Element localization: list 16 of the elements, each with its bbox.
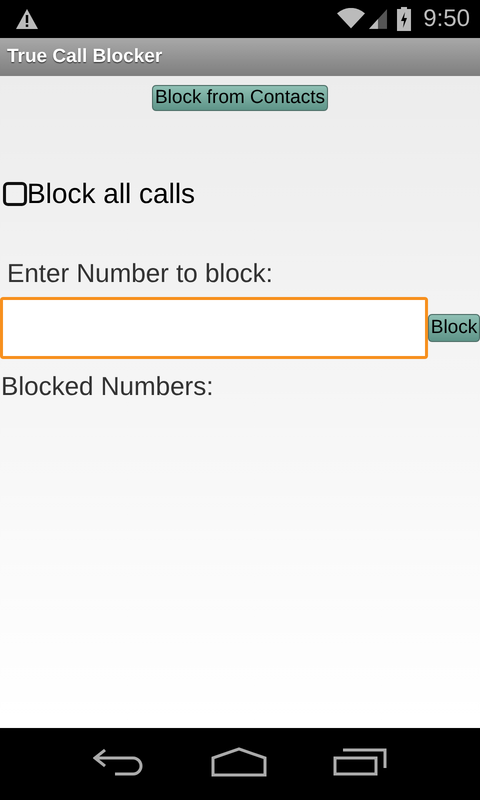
- wifi-icon: [337, 8, 366, 30]
- number-label: Enter Number to block:: [7, 258, 274, 289]
- number-input-field[interactable]: [0, 297, 428, 359]
- recent-apps-icon[interactable]: [333, 748, 387, 776]
- back-icon[interactable]: [93, 748, 145, 776]
- block-button[interactable]: Block: [428, 314, 480, 342]
- checkbox-label: Block all calls: [27, 178, 196, 210]
- signal-icon: [369, 8, 388, 30]
- block-from-contacts-button[interactable]: Block from Contacts: [152, 85, 328, 111]
- blocked-numbers-label: Blocked Numbers:: [1, 371, 214, 402]
- checkbox[interactable]: [3, 182, 27, 206]
- app-title: True Call Blocker: [7, 46, 162, 68]
- warning-icon: [15, 8, 39, 30]
- battery-icon: [397, 7, 412, 31]
- home-icon[interactable]: [211, 747, 267, 777]
- clock: 9:50: [423, 5, 470, 33]
